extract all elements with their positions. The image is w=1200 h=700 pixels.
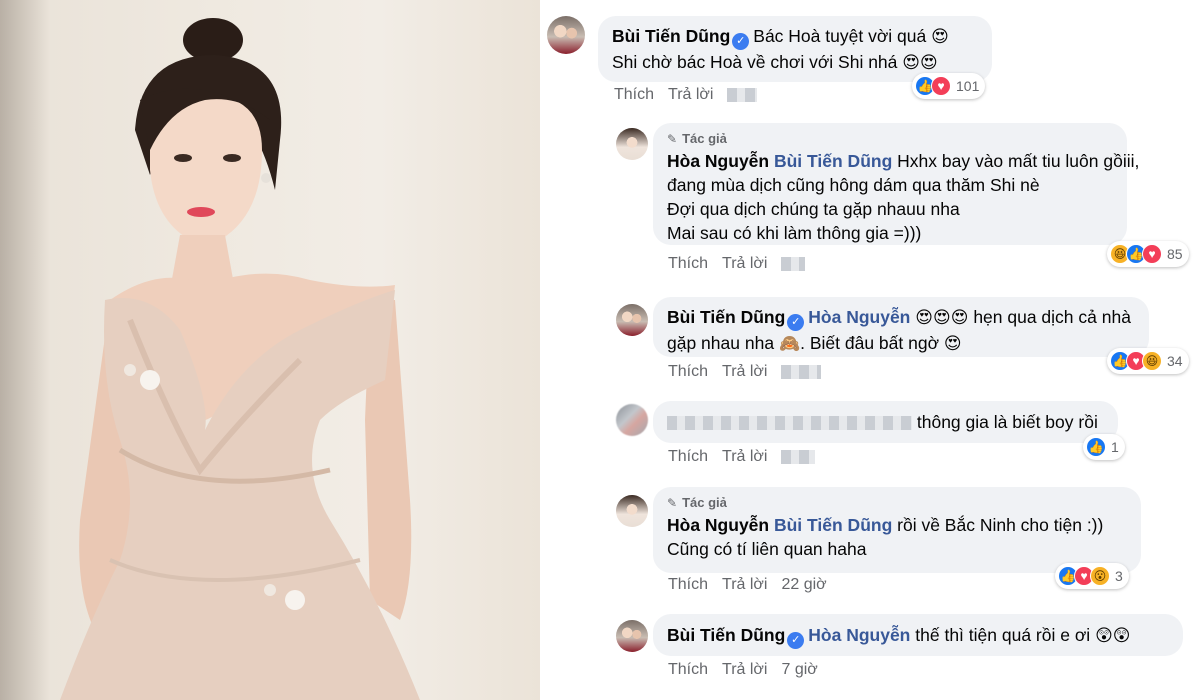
like-button[interactable]: Thích bbox=[668, 255, 708, 273]
reply-button[interactable]: Trả lời bbox=[722, 661, 767, 679]
comment-text: Shi chờ bác Hoà về chơi với Shi nhá 😍😍 bbox=[612, 50, 978, 74]
like-button[interactable]: Thích bbox=[668, 661, 708, 679]
verified-badge-icon: ✓ bbox=[732, 33, 750, 50]
avatar[interactable] bbox=[616, 620, 648, 652]
comment-text: Bùi Tiến Dũng ✓ Hòa Nguyễn 😍😍😍 hẹn qua dịc… bbox=[667, 305, 1135, 331]
mention-link[interactable]: Hòa Nguyễn bbox=[808, 625, 910, 645]
reaction-count: 34 bbox=[1167, 353, 1183, 369]
author-name[interactable]: Bùi Tiến Dũng bbox=[667, 625, 785, 645]
like-button[interactable]: Thích bbox=[668, 448, 708, 466]
comments-panel: Bùi Tiến Dũng ✓ Bác Hoà tuyệt vời quá 😍 Sh… bbox=[540, 0, 1200, 700]
avatar[interactable] bbox=[616, 495, 648, 527]
mention-link[interactable]: Hòa Nguyễn bbox=[808, 307, 910, 327]
redacted-author-name bbox=[667, 416, 912, 431]
comment-actions: Thích Trả lời bbox=[668, 255, 806, 273]
comment-line: Bác Hoà tuyệt vời quá bbox=[753, 26, 927, 46]
reaction-summary[interactable]: 👍 1 bbox=[1083, 434, 1125, 460]
comment-line: gặp nhau nha bbox=[667, 333, 775, 353]
reaction-count: 1 bbox=[1111, 439, 1119, 455]
comment-line: Shi chờ bác Hoà về chơi với Shi nhá bbox=[612, 52, 898, 72]
comment-line: . Biết đâu bất ngờ bbox=[800, 333, 940, 353]
avatar[interactable] bbox=[547, 16, 585, 54]
comment-line: đang mùa dịch cũng hông dám qua thăm Shi… bbox=[667, 175, 1040, 195]
reaction-count: 85 bbox=[1167, 246, 1183, 262]
reply-button[interactable]: Trả lời bbox=[722, 363, 767, 381]
comment-line: Cũng có tí liên quan haha bbox=[667, 539, 867, 559]
reply-button[interactable]: Trả lời bbox=[722, 255, 767, 273]
comment-actions: Thích Trả lời 22 giờ bbox=[668, 576, 827, 594]
reaction-summary[interactable]: 👍 ♥ 😆 34 bbox=[1107, 348, 1189, 374]
author-tag: ✎ Tác giả bbox=[667, 131, 1113, 146]
author-tag-label: Tác giả bbox=[682, 131, 727, 146]
comment-line: Hxhx bay vào mất tiu luôn gồiii, bbox=[897, 151, 1140, 171]
comment-time[interactable]: 22 giờ bbox=[781, 576, 826, 594]
love-reaction-icon: ♥ bbox=[1142, 244, 1162, 264]
reaction-summary[interactable]: 👍 ♥ 101 bbox=[912, 73, 986, 99]
comment-line: Đợi qua dịch chúng ta gặp nhauu nha bbox=[667, 199, 960, 219]
author-name[interactable]: Hòa Nguyễn bbox=[667, 515, 769, 535]
comment-time[interactable]: 7 giờ bbox=[781, 661, 817, 679]
comment-text: Hòa Nguyễn Bùi Tiến Dũng rồi về Bắc Ninh… bbox=[667, 513, 1127, 537]
photo-woman-in-gown bbox=[0, 0, 540, 700]
pen-icon: ✎ bbox=[667, 495, 678, 510]
avatar[interactable] bbox=[616, 304, 648, 336]
comment-line: thông gia là biết boy rồi bbox=[916, 412, 1098, 432]
reply-button[interactable]: Trả lời bbox=[722, 448, 767, 466]
like-reaction-icon: 👍 bbox=[1086, 437, 1106, 457]
verified-badge-icon: ✓ bbox=[787, 632, 805, 649]
emoji: 😍 bbox=[931, 27, 949, 46]
reply-button[interactable]: Trả lời bbox=[722, 576, 767, 594]
mention-link[interactable]: Bùi Tiến Dũng bbox=[774, 515, 892, 535]
emoji: 😍😍 bbox=[902, 53, 938, 72]
comment-text: Bùi Tiến Dũng ✓ Hòa Nguyễn thế thì tiện qu… bbox=[667, 623, 1169, 649]
comment-bubble: Bùi Tiến Dũng ✓ Hòa Nguyễn thế thì tiện qu… bbox=[653, 614, 1183, 656]
comment-line: Mai sau có khi làm thông gia =))) bbox=[667, 223, 922, 243]
comment-text: Bùi Tiến Dũng ✓ Bác Hoà tuyệt vời quá 😍 bbox=[612, 24, 978, 50]
comment-line: rồi về Bắc Ninh cho tiện :)) bbox=[897, 515, 1104, 535]
redacted-time bbox=[727, 88, 758, 102]
comment-line: thế thì tiện quá rồi e ơi bbox=[915, 625, 1091, 645]
emoji: 😍 bbox=[943, 334, 962, 353]
haha-reaction-icon: 😆 bbox=[1142, 351, 1162, 371]
comment-actions: Thích Trả lời bbox=[614, 86, 758, 104]
wow-reaction-icon: 😮 bbox=[1090, 566, 1110, 586]
redacted-time bbox=[781, 257, 806, 271]
like-button[interactable]: Thích bbox=[668, 363, 708, 381]
reaction-count: 101 bbox=[956, 78, 980, 94]
like-button[interactable]: Thích bbox=[614, 86, 654, 104]
reaction-summary[interactable]: 😆 👍 ♥ 85 bbox=[1107, 241, 1189, 267]
comment-bubble: ✎ Tác giả Hòa Nguyễn Bùi Tiến Dũng Hxhx b… bbox=[653, 123, 1139, 245]
comment-actions: Thích Trả lời bbox=[668, 448, 816, 466]
love-reaction-icon: ♥ bbox=[931, 76, 951, 96]
comment-actions: Thích Trả lời bbox=[668, 363, 822, 381]
comment-text: Hòa Nguyễn Bùi Tiến Dũng Hxhx bay vào mấ… bbox=[667, 149, 1139, 173]
comment-text: thông gia là biết boy rồi bbox=[667, 410, 1104, 434]
avatar[interactable] bbox=[616, 404, 648, 436]
photo-illustration bbox=[60, 18, 420, 700]
author-name[interactable]: Bùi Tiến Dũng bbox=[612, 26, 730, 46]
avatar[interactable] bbox=[616, 128, 648, 160]
verified-badge-icon: ✓ bbox=[787, 314, 805, 331]
comment-bubble: ✎ Tác giả Hòa Nguyễn Bùi Tiến Dũng rồi về… bbox=[653, 487, 1141, 573]
redacted-time bbox=[781, 450, 816, 464]
redacted-time bbox=[781, 365, 822, 379]
like-button[interactable]: Thích bbox=[668, 576, 708, 594]
pen-icon: ✎ bbox=[667, 131, 678, 146]
author-tag: ✎ Tác giả bbox=[667, 495, 1127, 510]
author-name[interactable]: Hòa Nguyễn bbox=[667, 151, 769, 171]
reply-button[interactable]: Trả lời bbox=[668, 86, 713, 104]
mention-link[interactable]: Bùi Tiến Dũng bbox=[774, 151, 892, 171]
author-name[interactable]: Bùi Tiến Dũng bbox=[667, 307, 785, 327]
comment-text: gặp nhau nha 🙈. Biết đâu bất ngờ 😍 bbox=[667, 331, 1135, 355]
reaction-summary[interactable]: 👍 ♥ 😮 3 bbox=[1055, 563, 1129, 589]
emoji: 😍😍😍 bbox=[915, 308, 969, 327]
reaction-count: 3 bbox=[1115, 568, 1123, 584]
comment-bubble: Bùi Tiến Dũng ✓ Hòa Nguyễn 😍😍😍 hẹn qua dịc… bbox=[653, 297, 1149, 357]
comment-bubble: thông gia là biết boy rồi bbox=[653, 401, 1118, 443]
author-tag-label: Tác giả bbox=[682, 495, 727, 510]
emoji: 🙈 bbox=[778, 334, 801, 353]
comment-line: hẹn qua dịch cả nhà bbox=[973, 307, 1131, 327]
comment-actions: Thích Trả lời 7 giờ bbox=[668, 661, 818, 679]
emoji: 😲😲 bbox=[1095, 626, 1131, 645]
